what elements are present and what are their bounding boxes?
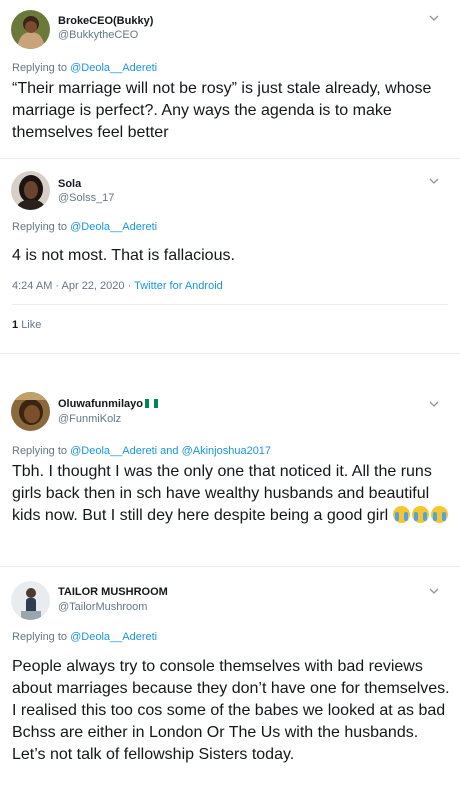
tweet-meta: 4:24 AM · Apr 22, 2020 · Twitter for And… bbox=[12, 280, 223, 292]
like-number: 1 bbox=[12, 319, 19, 331]
loudly-crying-face-icon bbox=[430, 506, 448, 523]
replying-prefix: Replying to bbox=[12, 62, 68, 74]
user-handle[interactable]: @FunmiKolz bbox=[58, 413, 121, 425]
user-handle[interactable]: @Solss_17 bbox=[58, 192, 114, 204]
divider bbox=[0, 353, 460, 354]
replying-to: Replying to @Deola__Adereti bbox=[12, 221, 157, 233]
avatar[interactable] bbox=[11, 10, 50, 49]
display-name[interactable]: TAILOR MUSHROOM bbox=[58, 586, 168, 598]
tweet-source[interactable]: Twitter for Android bbox=[134, 280, 223, 292]
tweet-text: People always try to console themselves … bbox=[12, 658, 450, 763]
tweet-text-content: Tbh. I thought I was the only one that n… bbox=[12, 463, 432, 524]
avatar[interactable] bbox=[11, 581, 50, 620]
replying-and: and bbox=[160, 445, 179, 457]
replying-prefix: Replying to bbox=[12, 445, 68, 457]
loudly-crying-face-icon bbox=[411, 506, 429, 523]
chevron-down-icon[interactable] bbox=[428, 12, 440, 24]
replying-prefix: Replying to bbox=[12, 221, 68, 233]
mention-link[interactable]: @Deola__Adereti bbox=[70, 62, 157, 74]
tweet-text: Tbh. I thought I was the only one that n… bbox=[12, 461, 452, 527]
user-handle[interactable]: @BukkytheCEO bbox=[58, 29, 138, 41]
display-name[interactable]: BrokeCEO(Bukky) bbox=[58, 15, 153, 27]
tweet-text: 4 is not most. That is fallacious. bbox=[12, 247, 235, 264]
divider bbox=[12, 304, 448, 305]
tweet-text: “Their marriage will not be rosy” is jus… bbox=[12, 80, 432, 141]
chevron-down-icon[interactable] bbox=[428, 585, 440, 597]
mention-link-2[interactable]: @Akinjoshua2017 bbox=[182, 445, 271, 457]
like-label: Like bbox=[21, 319, 42, 331]
replying-to: Replying to @Deola__Adereti and @Akinjos… bbox=[12, 445, 271, 457]
loudly-crying-face-icon bbox=[392, 506, 410, 523]
replying-to: Replying to @Deola__Adereti bbox=[12, 631, 157, 643]
nigeria-flag-icon bbox=[144, 399, 158, 408]
like-count[interactable]: 1 Like bbox=[12, 319, 41, 331]
chevron-down-icon[interactable] bbox=[428, 398, 440, 410]
user-handle[interactable]: @TailorMushroom bbox=[58, 601, 147, 613]
avatar[interactable] bbox=[11, 392, 50, 431]
tweet-brokeceo: BrokeCEO(Bukky) @BukkytheCEO Replying to… bbox=[0, 0, 460, 158]
mention-link[interactable]: @Deola__Adereti bbox=[70, 445, 157, 457]
replying-prefix: Replying to bbox=[12, 631, 68, 643]
tweet-sola: Sola @Solss_17 Replying to @Deola__Adere… bbox=[0, 159, 460, 341]
mention-link[interactable]: @Deola__Adereti bbox=[70, 221, 157, 233]
mention-link[interactable]: @Deola__Adereti bbox=[70, 631, 157, 643]
timestamp[interactable]: 4:24 AM · Apr 22, 2020 · bbox=[12, 280, 134, 292]
display-name-text: Oluwafunmilayo bbox=[58, 398, 143, 410]
display-name[interactable]: Sola bbox=[58, 178, 81, 190]
tweet-tailor-mushroom: TAILOR MUSHROOM @TailorMushroom Replying… bbox=[0, 567, 460, 790]
chevron-down-icon[interactable] bbox=[428, 175, 440, 187]
replying-to: Replying to @Deola__Adereti bbox=[12, 62, 157, 74]
avatar[interactable] bbox=[11, 171, 50, 210]
display-name[interactable]: Oluwafunmilayo bbox=[58, 398, 158, 410]
tweet-oluwafunmilayo: Oluwafunmilayo @FunmiKolz Replying to @D… bbox=[0, 384, 460, 564]
